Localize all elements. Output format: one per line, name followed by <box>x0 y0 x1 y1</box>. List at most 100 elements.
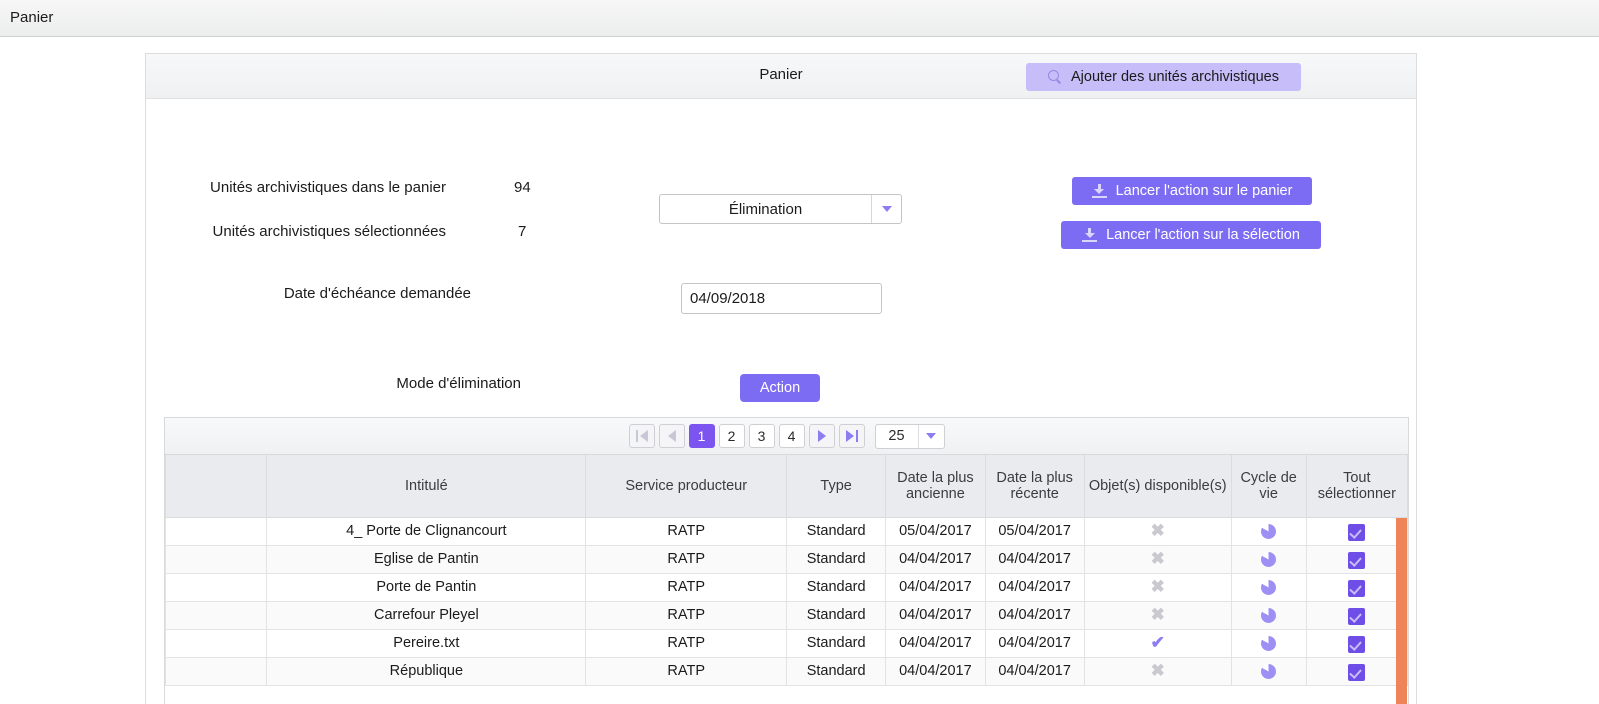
due-date-input[interactable] <box>681 283 882 314</box>
table-row[interactable]: Porte de Pantin RATP Standard 04/04/2017 04/… <box>164 572 1409 602</box>
cell-title: Carrefour Pleyel <box>266 600 587 630</box>
pagination-first-button[interactable] <box>628 424 655 448</box>
selected-count-value: 7 <box>518 223 527 240</box>
search-icon <box>1048 69 1063 85</box>
cell-type: Standard <box>785 544 887 574</box>
col-header-objects[interactable]: Objet(s) disponible(s) <box>1083 455 1232 518</box>
window-tab-title: Panier <box>10 9 54 26</box>
launch-action-on-selection-button[interactable]: Lancer l'action sur la sélection <box>1061 221 1321 249</box>
pagination-last-button[interactable] <box>838 424 865 448</box>
cross-icon: ✖ <box>1150 549 1165 568</box>
cell-object-available: ✖ <box>1083 600 1232 630</box>
cell-select-checkbox[interactable] <box>1305 572 1409 602</box>
cell-blank <box>164 656 268 686</box>
pagination-previous-button[interactable] <box>658 424 685 448</box>
cell-title: République <box>266 656 587 686</box>
cell-lifecycle[interactable] <box>1230 516 1307 546</box>
col-header-oldest-date[interactable]: Date la plus ancienne <box>885 455 986 518</box>
col-header-newest-date[interactable]: Date la plus récente <box>984 455 1085 518</box>
row-checkbox[interactable] <box>1348 663 1366 681</box>
page-size-select[interactable]: 25 <box>874 423 945 449</box>
add-archival-units-button[interactable]: Ajouter des unités archivistiques <box>1026 63 1301 91</box>
table-vertical-scrollbar[interactable] <box>1396 518 1407 704</box>
cell-oldest-date: 04/04/2017 <box>885 656 986 686</box>
table-row[interactable]: 4_ Porte de Clignancourt RATP Standard 05/0… <box>164 516 1409 546</box>
cell-newest-date: 04/04/2017 <box>984 656 1085 686</box>
row-checkbox[interactable] <box>1348 579 1366 597</box>
cell-select-checkbox[interactable] <box>1305 600 1409 630</box>
cell-title: Eglise de Pantin <box>266 544 587 574</box>
table-row[interactable]: Eglise de Pantin RATP Standard 04/04/2017 04… <box>164 544 1409 574</box>
cell-select-checkbox[interactable] <box>1305 544 1409 574</box>
launch-action-on-basket-label: Lancer l'action sur le panier <box>1115 183 1293 199</box>
col-header-type[interactable]: Type <box>785 455 887 518</box>
pie-chart-icon[interactable] <box>1261 663 1277 679</box>
col-header-lifecycle[interactable]: Cycle de vie <box>1230 455 1307 518</box>
col-header-select-all[interactable]: Tout sélectionner <box>1305 455 1409 518</box>
download-icon <box>1082 228 1098 242</box>
launch-action-on-selection-label: Lancer l'action sur la sélection <box>1106 227 1300 243</box>
cell-lifecycle[interactable] <box>1230 628 1307 658</box>
pie-chart-icon[interactable] <box>1261 523 1277 539</box>
col-header-blank[interactable] <box>164 455 268 518</box>
row-checkbox[interactable] <box>1348 551 1366 569</box>
pie-chart-icon[interactable] <box>1261 635 1277 651</box>
row-checkbox[interactable] <box>1348 607 1366 625</box>
page-size-value: 25 <box>888 428 905 444</box>
launch-action-on-basket-button[interactable]: Lancer l'action sur le panier <box>1072 177 1312 205</box>
cross-icon: ✖ <box>1150 661 1165 680</box>
cell-lifecycle[interactable] <box>1230 544 1307 574</box>
window-title-bar: Panier <box>0 0 1599 37</box>
pagination-page-4[interactable]: 4 <box>778 424 805 448</box>
panel-header: Panier Ajouter des unités archivistiques <box>146 54 1416 99</box>
cell-lifecycle[interactable] <box>1230 572 1307 602</box>
row-checkbox[interactable] <box>1348 635 1366 653</box>
table-row[interactable]: Pereire.txt RATP Standard 04/04/2017 04/04/2… <box>164 628 1409 658</box>
pagination-next-button[interactable] <box>808 424 835 448</box>
cell-blank <box>164 516 268 546</box>
cell-newest-date: 04/04/2017 <box>984 572 1085 602</box>
cell-title: Porte de Pantin <box>266 572 587 602</box>
cell-select-checkbox[interactable] <box>1305 516 1409 546</box>
cell-oldest-date: 05/04/2017 <box>885 516 986 546</box>
pie-chart-icon[interactable] <box>1261 579 1277 595</box>
cell-object-available: ✖ <box>1083 516 1232 546</box>
cross-icon: ✖ <box>1150 577 1165 596</box>
cell-oldest-date: 04/04/2017 <box>885 544 986 574</box>
cell-select-checkbox[interactable] <box>1305 656 1409 686</box>
cell-select-checkbox[interactable] <box>1305 628 1409 658</box>
cell-newest-date: 05/04/2017 <box>984 516 1085 546</box>
elimination-mode-label: Mode d'élimination <box>396 375 521 392</box>
pagination-page-1[interactable]: 1 <box>688 424 715 448</box>
action-button[interactable]: Action <box>740 374 820 402</box>
pie-chart-icon[interactable] <box>1261 607 1277 623</box>
cell-blank <box>164 600 268 630</box>
cell-oldest-date: 04/04/2017 <box>885 572 986 602</box>
cell-blank <box>164 628 268 658</box>
cell-service: RATP <box>585 600 787 630</box>
cell-type: Standard <box>785 656 887 686</box>
cell-lifecycle[interactable] <box>1230 600 1307 630</box>
basket-count-value: 94 <box>514 179 531 196</box>
cell-service: RATP <box>585 516 787 546</box>
due-date-label: Date d'échéance demandée <box>283 285 471 302</box>
table-row[interactable]: République RATP Standard 04/04/2017 04/04/20… <box>164 656 1409 686</box>
cell-lifecycle[interactable] <box>1230 656 1307 686</box>
col-header-service[interactable]: Service producteur <box>585 455 787 518</box>
row-checkbox[interactable] <box>1348 523 1366 541</box>
col-header-title[interactable]: Intitulé <box>266 455 587 518</box>
check-icon: ✔ <box>1150 633 1165 652</box>
action-type-select[interactable]: Élimination <box>659 194 902 224</box>
pagination-page-3[interactable]: 3 <box>748 424 775 448</box>
table-body: 4_ Porte de Clignancourt RATP Standard 05/0… <box>164 516 1409 686</box>
action-type-selected-value: Élimination <box>728 200 803 218</box>
cell-title: 4_ Porte de Clignancourt <box>266 516 587 546</box>
page-size-dropdown-toggle[interactable] <box>917 424 944 448</box>
chevron-down-icon <box>926 433 936 439</box>
results-table-block: 1 2 3 4 25 Intitulé Service producteur T… <box>164 417 1409 704</box>
cell-object-available: ✖ <box>1083 544 1232 574</box>
pagination-page-2[interactable]: 2 <box>718 424 745 448</box>
pie-chart-icon[interactable] <box>1261 551 1277 567</box>
action-type-dropdown-toggle[interactable] <box>871 195 901 223</box>
table-row[interactable]: Carrefour Pleyel RATP Standard 04/04/2017 04… <box>164 600 1409 630</box>
